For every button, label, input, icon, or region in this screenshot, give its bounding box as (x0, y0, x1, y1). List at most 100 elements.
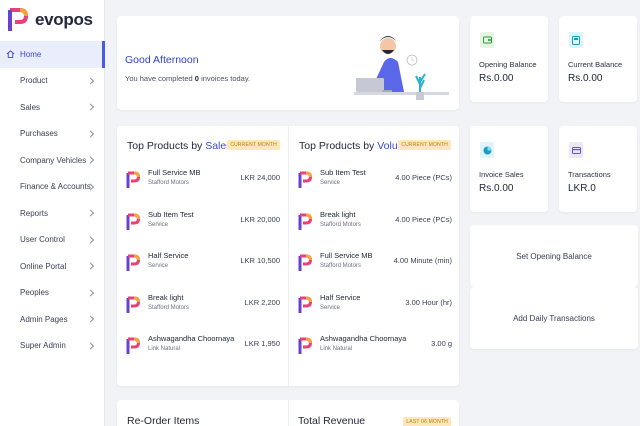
stat-label: Transactions (568, 170, 611, 179)
product-category: Service (320, 304, 341, 311)
invoice-sales-card[interactable]: Invoice Sales Rs.0.00 (470, 126, 548, 212)
sidebar: evopos Home Product Sales Purchases Comp… (0, 0, 105, 426)
product-row[interactable]: Sub Item Test Service LKR 20,000 (117, 205, 288, 245)
product-logo-icon (298, 213, 312, 230)
stat-value: Rs.0.00 (479, 183, 514, 194)
sidebar-item-home[interactable]: Home (0, 41, 105, 68)
product-value: LKR 2,200 (244, 297, 280, 307)
product-name: Sub Item Test (148, 209, 194, 219)
home-icon (6, 50, 15, 59)
sidebar-item-product[interactable]: Product (0, 68, 105, 95)
product-name: Break light (148, 292, 184, 302)
brand-name: evopos (35, 10, 93, 29)
chevron-right-icon (86, 156, 95, 164)
stat-value: LKR.0 (568, 183, 596, 194)
top-products-panel: Top Products by Sales CURRENT MONTH Full… (117, 126, 459, 386)
chevron-right-icon (86, 103, 95, 111)
creditcard-icon (569, 142, 583, 158)
product-category: Service (148, 263, 169, 269)
greeting-card: Good Afternoon You have completed 0 invo… (117, 16, 459, 110)
product-category: Stafford Motors (148, 304, 189, 311)
product-value: 4.00 Minute (min) (393, 256, 452, 265)
product-logo-icon (298, 337, 312, 354)
sidebar-item-label: Reports (20, 208, 49, 218)
opening-balance-card[interactable]: Opening Balance Rs.0.00 (470, 16, 548, 102)
set-opening-balance-button[interactable]: Set Opening Balance (470, 225, 638, 287)
product-name: Full Service MB (148, 168, 201, 177)
product-name: Sub Item Test (320, 168, 366, 177)
sidebar-item-online-portal[interactable]: Online Portal (0, 253, 105, 280)
pie-icon (480, 142, 494, 158)
product-value: 3.00 g (431, 339, 452, 348)
sidebar-item-admin-pages[interactable]: Admin Pages (0, 306, 105, 333)
sidebar-item-label: Finance & Accounts (20, 182, 91, 192)
product-name: Half Service (320, 292, 361, 302)
product-category: Link Natural (320, 346, 353, 352)
stat-label: Invoice Sales (479, 170, 524, 179)
title-prefix: Top Products by (127, 140, 203, 152)
chevron-right-icon (86, 77, 95, 85)
total-revenue-title: Total Revenue (298, 415, 366, 426)
transactions-card[interactable]: Transactions LKR.0 (559, 126, 637, 212)
product-row[interactable]: Ashwagandha Choornaya Link Natural LKR 1,9… (117, 329, 288, 369)
sidebar-item-reports[interactable]: Reports (0, 200, 105, 227)
sidebar-item-peoples[interactable]: Peoples (0, 280, 105, 307)
chevron-right-icon (86, 130, 95, 138)
sidebar-item-label: Online Portal (20, 261, 67, 271)
product-value: LKR 24,000 (240, 173, 280, 182)
chevron-right-icon (86, 315, 95, 323)
sidebar-item-label: Company Vehicles (20, 155, 87, 165)
evopos-logo-icon (8, 8, 29, 31)
chevron-right-icon (86, 209, 95, 217)
greeting-subtitle: You have completed 0 invoices today. (125, 74, 250, 83)
stat-value: Rs.0.00 (479, 73, 514, 84)
product-value: LKR 1,950 (244, 339, 280, 348)
product-row[interactable]: Break light Stafford Motors 4.00 Piece (PC… (289, 205, 460, 245)
product-row[interactable]: Sub Item Test Service 4.00 Piece (PCs) (289, 163, 460, 203)
product-name: Ashwagandha Choornaya (148, 334, 235, 343)
product-row[interactable]: Half Service Service 3.00 Hour (hr) (289, 288, 460, 328)
product-logo-icon (298, 171, 312, 188)
product-value: LKR 10,500 (240, 256, 280, 265)
product-logo-icon (126, 254, 140, 271)
invoice-count: 0 (194, 74, 199, 83)
stat-label: Opening Balance (479, 60, 537, 69)
sidebar-item-label: Admin Pages (20, 314, 68, 324)
sales-title: Top Products by Sales (127, 140, 231, 152)
product-name: Full Service MB (320, 251, 373, 260)
product-row[interactable]: Full Service MB Stafford Motors LKR 24,000 (117, 163, 288, 203)
product-category: Stafford Motors (148, 180, 189, 186)
greeting-suffix: invoices today. (201, 74, 251, 83)
sidebar-item-company-vehicles[interactable]: Company Vehicles (0, 147, 105, 174)
product-row[interactable]: Full Service MB Stafford Motors 4.00 Minut… (289, 246, 460, 286)
product-row[interactable]: Ashwagandha Choornaya Link Natural 3.00 g (289, 329, 460, 369)
product-name: Ashwagandha Choornaya (320, 334, 407, 343)
title-prefix: Top Products by (299, 140, 375, 152)
card-icon (569, 32, 583, 48)
stat-label: Current Balance (568, 60, 623, 69)
chevron-right-icon (86, 289, 95, 297)
current-month-badge: CURRENT MONTH (227, 140, 280, 150)
product-row[interactable]: Break light Stafford Motors LKR 2,200 (117, 288, 288, 328)
sidebar-item-purchases[interactable]: Purchases (0, 121, 105, 148)
current-balance-card[interactable]: Current Balance Rs.0.00 (559, 16, 637, 102)
sidebar-item-label: Home (20, 49, 42, 59)
brand-logo[interactable]: evopos (7, 6, 93, 34)
person-laptop-illustration (354, 36, 449, 100)
reorder-items-title: Re-Order Items (127, 415, 200, 426)
sidebar-item-label: Purchases (20, 129, 58, 139)
sidebar-item-label: Sales (20, 102, 41, 112)
sidebar-item-sales[interactable]: Sales (0, 94, 105, 121)
bottom-panel: Re-Order Items Total Revenue LAST 06 MON… (117, 400, 459, 426)
sidebar-item-finance[interactable]: Finance & Accounts (0, 174, 105, 201)
sidebar-item-user-control[interactable]: User Control (0, 227, 105, 254)
product-value: 4.00 Piece (PCs) (395, 214, 452, 224)
greeting-title: Good Afternoon (125, 54, 199, 66)
product-row[interactable]: Half Service Service LKR 10,500 (117, 246, 288, 286)
product-name: Half Service (148, 251, 189, 260)
product-logo-icon (298, 254, 312, 271)
sidebar-item-super-admin[interactable]: Super Admin (0, 333, 105, 360)
product-category: Link Natural (148, 346, 181, 352)
add-daily-transactions-button[interactable]: Add Daily Transactions (470, 287, 638, 349)
stat-value: Rs.0.00 (568, 73, 603, 84)
